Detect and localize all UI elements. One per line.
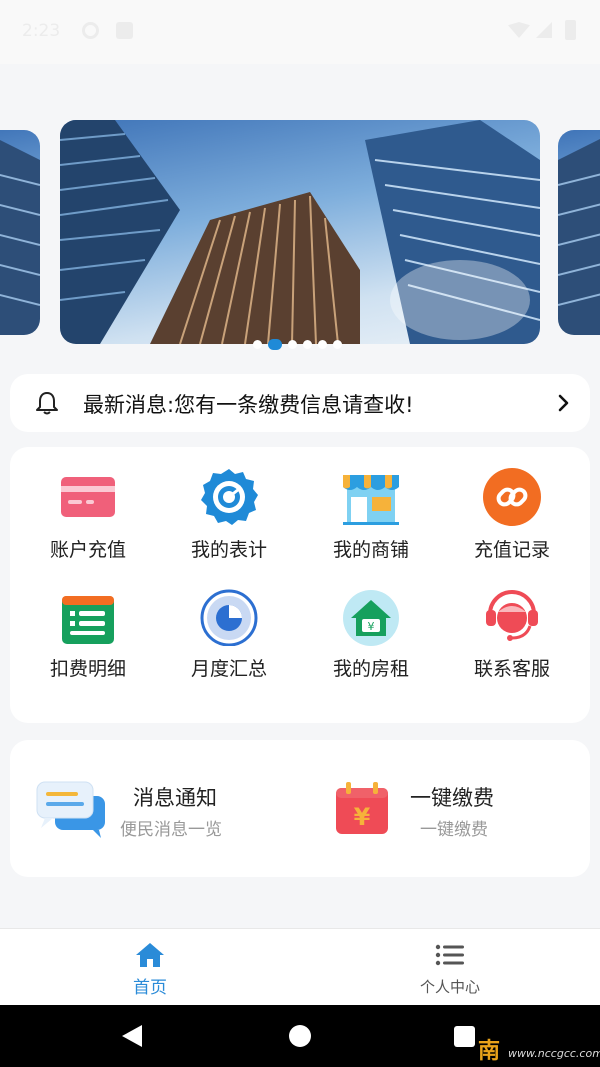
home-icon <box>136 943 164 967</box>
carousel-dot-active[interactable] <box>268 339 282 350</box>
grid-item-label: 扣费明细 <box>49 658 126 680</box>
chevron-right-icon[interactable] <box>554 393 574 413</box>
grid-item-my-rent[interactable]: ¥ 我的房租 <box>301 572 441 682</box>
carousel-dot[interactable] <box>288 340 297 349</box>
one-click-pay-subtitle: 一键缴费 <box>420 820 488 840</box>
shop-icon <box>343 475 399 525</box>
message-notice-button[interactable]: 消息通知 便民消息一览 <box>10 740 300 877</box>
bell-icon <box>36 392 58 415</box>
status-time: 2:23 <box>22 21 61 41</box>
pie-summary-icon <box>200 589 258 646</box>
tab-home[interactable]: 首页 <box>0 929 300 1006</box>
svg-text:¥: ¥ <box>368 620 375 633</box>
link-record-icon <box>483 468 541 526</box>
watermark-url: www.nccgcc.com <box>508 1047 600 1060</box>
carousel-dot[interactable] <box>333 340 342 349</box>
grid-item-account-recharge[interactable]: 账户充值 <box>18 453 158 563</box>
svg-text:¥: ¥ <box>354 803 371 831</box>
function-grid: 账户充值 我的表计 我的商铺 充值记录 扣费明细 月度汇总 ¥ 我的房租 联系客… <box>10 447 590 723</box>
system-navigation-bar: 南 www.nccgcc.com <box>0 1005 600 1067</box>
meter-gear-icon <box>201 469 258 525</box>
carousel-dot[interactable] <box>253 340 262 349</box>
list-icon <box>435 944 464 966</box>
carousel-dot[interactable] <box>318 340 327 349</box>
watermark-logo: 南 www.nccgcc.com <box>478 1031 600 1067</box>
grid-item-my-meter[interactable]: 我的表计 <box>159 453 299 563</box>
buildings-image <box>60 120 540 344</box>
deduction-list-icon <box>62 596 114 644</box>
card-icon <box>61 477 115 517</box>
recent-apps-icon[interactable] <box>454 1026 475 1047</box>
settings-status-icon <box>82 22 99 39</box>
signal-icon <box>536 22 552 38</box>
battery-icon <box>565 20 576 40</box>
tab-profile[interactable]: 个人中心 <box>300 929 600 1006</box>
payment-calendar-icon: ¥ <box>336 782 388 834</box>
wifi-icon <box>508 22 530 38</box>
watermark-mark: 南 <box>478 1038 501 1064</box>
grid-item-label: 联系客服 <box>473 658 550 680</box>
sim-card-icon <box>116 22 133 39</box>
home-circle-icon[interactable] <box>289 1025 311 1047</box>
tab-profile-label: 个人中心 <box>419 978 480 996</box>
chat-bubbles-icon <box>36 781 105 838</box>
grid-item-recharge-record[interactable]: 充值记录 <box>442 453 582 563</box>
grid-item-label: 我的商铺 <box>332 539 409 561</box>
tab-home-label: 首页 <box>133 978 167 998</box>
one-click-pay-button[interactable]: ¥ 一键缴费 一键缴费 <box>300 740 590 877</box>
banner-slide-active[interactable] <box>60 120 540 344</box>
grid-item-label: 我的房租 <box>332 658 409 680</box>
latest-message-text: 最新消息:您有一条缴费信息请查收! <box>83 393 414 417</box>
one-click-pay-title: 一键缴费 <box>410 786 494 810</box>
banner-slide-previous[interactable] <box>0 130 40 335</box>
grid-item-my-shop[interactable]: 我的商铺 <box>301 453 441 563</box>
grid-item-label: 我的表计 <box>190 539 267 561</box>
grid-item-label: 月度汇总 <box>190 658 267 680</box>
grid-item-monthly-summary[interactable]: 月度汇总 <box>159 572 299 682</box>
quick-actions-card: 消息通知 便民消息一览 ¥ 一键缴费 一键缴费 <box>10 740 590 877</box>
back-icon[interactable] <box>122 1025 142 1047</box>
message-notice-title: 消息通知 <box>133 786 217 810</box>
grid-item-contact-service[interactable]: 联系客服 <box>442 572 582 682</box>
message-notice-subtitle: 便民消息一览 <box>120 820 222 840</box>
banner-slide-next[interactable] <box>558 130 600 335</box>
customer-service-icon <box>486 590 538 641</box>
grid-item-label: 账户充值 <box>49 539 126 561</box>
status-bar: 2:23 <box>0 0 600 64</box>
grid-item-deduction-detail[interactable]: 扣费明细 <box>18 572 158 682</box>
carousel-dot[interactable] <box>303 340 312 349</box>
grid-item-label: 充值记录 <box>473 539 550 561</box>
bottom-tab-bar: 首页 个人中心 <box>0 928 600 1005</box>
latest-message-bar[interactable]: 最新消息:您有一条缴费信息请查收! <box>10 374 590 432</box>
banner-carousel[interactable] <box>0 120 600 350</box>
house-rent-icon: ¥ <box>343 590 399 646</box>
carousel-indicator <box>253 339 342 350</box>
